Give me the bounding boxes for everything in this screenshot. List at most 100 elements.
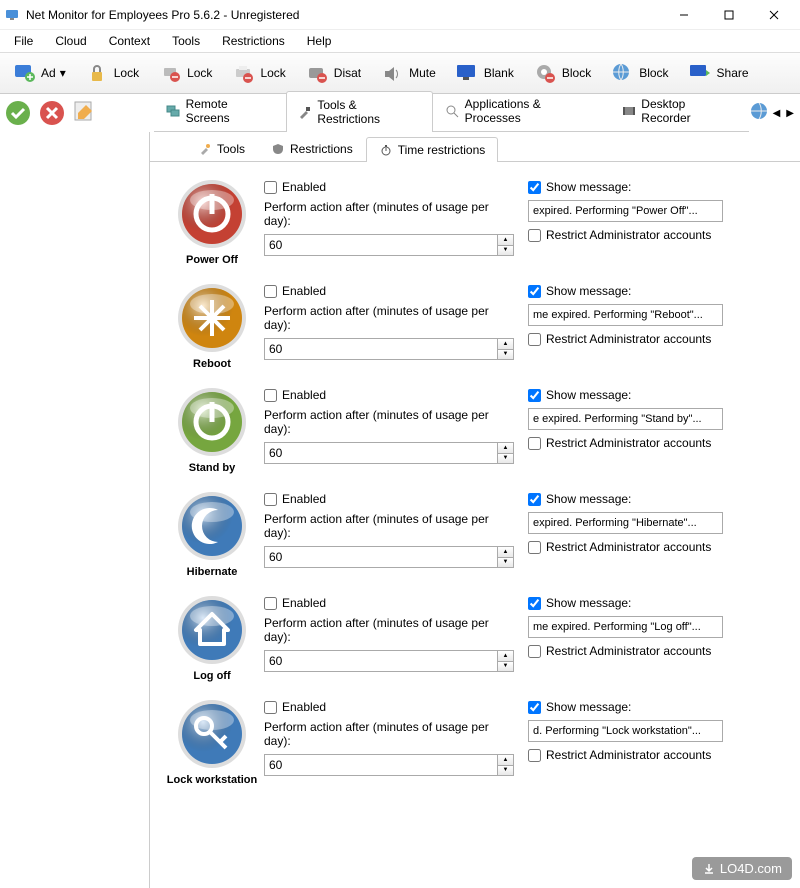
spinner-down-icon[interactable]: ▼ bbox=[498, 246, 513, 256]
show-message-checkbox-row[interactable]: Show message: bbox=[528, 700, 790, 714]
spinner-up-icon[interactable]: ▲ bbox=[498, 547, 513, 558]
minutes-input[interactable] bbox=[265, 651, 497, 671]
toolbar-lock-print[interactable]: Lock bbox=[223, 56, 292, 90]
toolbar-share[interactable]: Share bbox=[680, 56, 756, 90]
menu-context[interactable]: Context bbox=[99, 32, 160, 50]
nav-next-icon[interactable]: ▶ bbox=[784, 106, 796, 121]
spinner-up-icon[interactable]: ▲ bbox=[498, 651, 513, 662]
show-message-checkbox-row[interactable]: Show message: bbox=[528, 596, 790, 610]
menu-help[interactable]: Help bbox=[297, 32, 342, 50]
restrict-admin-checkbox[interactable] bbox=[528, 749, 541, 762]
spinner-down-icon[interactable]: ▼ bbox=[498, 558, 513, 568]
spinner-down-icon[interactable]: ▼ bbox=[498, 454, 513, 464]
menu-file[interactable]: File bbox=[4, 32, 43, 50]
subtab-tools[interactable]: Tools bbox=[185, 136, 258, 161]
message-input[interactable] bbox=[528, 200, 723, 222]
edit-button[interactable] bbox=[72, 99, 96, 128]
menu-cloud[interactable]: Cloud bbox=[45, 32, 96, 50]
spinner-up-icon[interactable]: ▲ bbox=[498, 443, 513, 454]
menu-tools[interactable]: Tools bbox=[162, 32, 210, 50]
tab-tools-restrictions[interactable]: Tools & Restrictions bbox=[286, 91, 433, 132]
restrict-admin-checkbox-row[interactable]: Restrict Administrator accounts bbox=[528, 332, 790, 346]
show-message-checkbox-row[interactable]: Show message: bbox=[528, 388, 790, 402]
minutes-input[interactable] bbox=[265, 235, 497, 255]
message-input[interactable] bbox=[528, 304, 723, 326]
toolbar-block-globe[interactable]: Block bbox=[602, 56, 675, 90]
minutes-spinner[interactable]: ▲▼ bbox=[264, 546, 514, 568]
spinner-up-icon[interactable]: ▲ bbox=[498, 755, 513, 766]
restrict-admin-checkbox[interactable] bbox=[528, 333, 541, 346]
menu-restrictions[interactable]: Restrictions bbox=[212, 32, 295, 50]
enabled-checkbox-row[interactable]: Enabled bbox=[264, 700, 514, 714]
minutes-input[interactable] bbox=[265, 443, 497, 463]
enabled-checkbox[interactable] bbox=[264, 181, 277, 194]
tab-desktop-recorder[interactable]: Desktop Recorder bbox=[610, 90, 749, 131]
show-message-checkbox-row[interactable]: Show message: bbox=[528, 180, 790, 194]
maximize-button[interactable] bbox=[706, 1, 751, 29]
enabled-checkbox[interactable] bbox=[264, 493, 277, 506]
show-message-checkbox[interactable] bbox=[528, 389, 541, 402]
toolbar-blank[interactable]: Blank bbox=[447, 56, 521, 90]
minutes-spinner[interactable]: ▲▼ bbox=[264, 650, 514, 672]
restrict-admin-checkbox-row[interactable]: Restrict Administrator accounts bbox=[528, 540, 790, 554]
show-message-checkbox-row[interactable]: Show message: bbox=[528, 492, 790, 506]
globe-nav-icon[interactable] bbox=[749, 101, 769, 126]
spinner-up-icon[interactable]: ▲ bbox=[498, 339, 513, 350]
minutes-input[interactable] bbox=[265, 339, 497, 359]
restrict-admin-checkbox[interactable] bbox=[528, 645, 541, 658]
show-message-checkbox-row[interactable]: Show message: bbox=[528, 284, 790, 298]
minutes-spinner[interactable]: ▲▼ bbox=[264, 754, 514, 776]
enabled-checkbox[interactable] bbox=[264, 389, 277, 402]
spinner-down-icon[interactable]: ▼ bbox=[498, 766, 513, 776]
close-button[interactable] bbox=[751, 1, 796, 29]
enabled-checkbox-row[interactable]: Enabled bbox=[264, 388, 514, 402]
show-message-checkbox[interactable] bbox=[528, 285, 541, 298]
toolbar-mute[interactable]: Mute bbox=[372, 56, 443, 90]
toolbar-lock-pad[interactable]: Lock bbox=[77, 56, 146, 90]
message-input[interactable] bbox=[528, 616, 723, 638]
spinner-down-icon[interactable]: ▼ bbox=[498, 662, 513, 672]
restrict-admin-checkbox-row[interactable]: Restrict Administrator accounts bbox=[528, 436, 790, 450]
show-message-checkbox[interactable] bbox=[528, 493, 541, 506]
message-input[interactable] bbox=[528, 512, 723, 534]
toolbar-disable[interactable]: Disat bbox=[297, 56, 368, 90]
subtab-restrictions[interactable]: Restrictions bbox=[258, 136, 366, 161]
minutes-spinner[interactable]: ▲▼ bbox=[264, 338, 514, 360]
printer-block-icon bbox=[230, 60, 256, 86]
toolbar-add[interactable]: Ad▾ bbox=[4, 56, 73, 90]
toolbar-block-gear[interactable]: Block bbox=[525, 56, 598, 90]
message-input[interactable] bbox=[528, 408, 723, 430]
spinner-up-icon[interactable]: ▲ bbox=[498, 235, 513, 246]
show-message-checkbox[interactable] bbox=[528, 181, 541, 194]
show-message-checkbox[interactable] bbox=[528, 597, 541, 610]
restrict-admin-checkbox[interactable] bbox=[528, 229, 541, 242]
minimize-button[interactable] bbox=[661, 1, 706, 29]
toolbar-lock-usb[interactable]: Lock bbox=[150, 56, 219, 90]
minutes-input[interactable] bbox=[265, 755, 497, 775]
enabled-checkbox[interactable] bbox=[264, 285, 277, 298]
enabled-checkbox-row[interactable]: Enabled bbox=[264, 596, 514, 610]
restriction-row: Power Off Enabled Perform action after (… bbox=[160, 172, 790, 276]
cancel-button[interactable] bbox=[38, 99, 66, 127]
spinner-down-icon[interactable]: ▼ bbox=[498, 350, 513, 360]
subtab-time-restrictions[interactable]: Time restrictions bbox=[366, 137, 499, 162]
show-message-checkbox[interactable] bbox=[528, 701, 541, 714]
message-input[interactable] bbox=[528, 720, 723, 742]
enabled-checkbox[interactable] bbox=[264, 597, 277, 610]
restrict-admin-checkbox[interactable] bbox=[528, 541, 541, 554]
tab-applications-processes[interactable]: Applications & Processes bbox=[433, 90, 610, 131]
enabled-checkbox[interactable] bbox=[264, 701, 277, 714]
enabled-checkbox-row[interactable]: Enabled bbox=[264, 180, 514, 194]
nav-prev-icon[interactable]: ◀ bbox=[771, 106, 783, 121]
restrict-admin-checkbox-row[interactable]: Restrict Administrator accounts bbox=[528, 644, 790, 658]
tab-remote-screens[interactable]: Remote Screens bbox=[154, 90, 286, 131]
apply-button[interactable] bbox=[4, 99, 32, 127]
enabled-checkbox-row[interactable]: Enabled bbox=[264, 492, 514, 506]
restrict-admin-checkbox-row[interactable]: Restrict Administrator accounts bbox=[528, 228, 790, 242]
restrict-admin-checkbox-row[interactable]: Restrict Administrator accounts bbox=[528, 748, 790, 762]
minutes-spinner[interactable]: ▲▼ bbox=[264, 442, 514, 464]
enabled-checkbox-row[interactable]: Enabled bbox=[264, 284, 514, 298]
minutes-input[interactable] bbox=[265, 547, 497, 567]
minutes-spinner[interactable]: ▲▼ bbox=[264, 234, 514, 256]
restrict-admin-checkbox[interactable] bbox=[528, 437, 541, 450]
